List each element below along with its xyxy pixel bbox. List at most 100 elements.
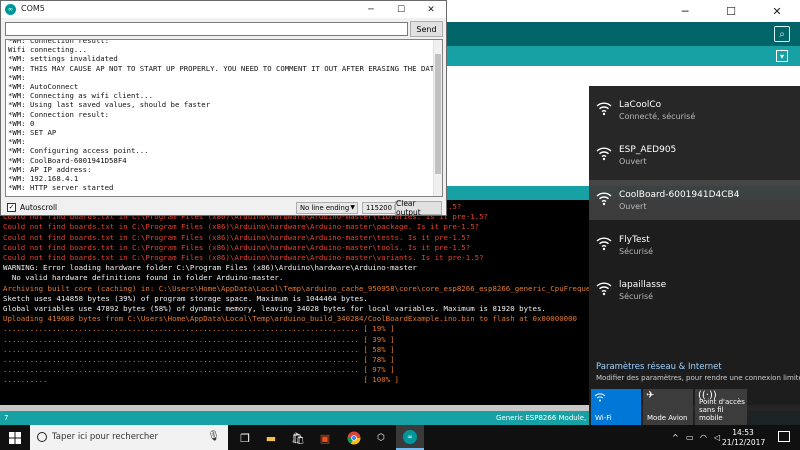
serial-send-input[interactable] [5, 22, 408, 36]
network-status: Connecté, sécurisé [619, 112, 696, 121]
airplane-icon: ✈ [646, 390, 655, 401]
maximize-icon[interactable]: ☐ [386, 1, 416, 18]
autoscroll-checkbox[interactable]: ✓ [7, 203, 16, 212]
hotspot-label-line2: sans fil mobile [699, 406, 724, 422]
close-icon[interactable]: ✕ [416, 1, 446, 18]
send-button[interactable]: Send [410, 21, 443, 37]
maximize-icon[interactable]: ☐ [708, 0, 754, 22]
serial-titlebar: ∞ COM5 ─ ☐ ✕ [1, 1, 446, 18]
autoscroll-label: Autoscroll [20, 203, 58, 212]
app-icon[interactable]: ⬡ [373, 430, 389, 446]
ide-window-controls: ─ ☐ ✕ [662, 0, 800, 22]
serial-window-controls: ─ ☐ ✕ [356, 1, 446, 18]
chrome-icon[interactable] [346, 430, 362, 446]
hotspot-label-line1: Point d'accès [699, 398, 745, 406]
network-name: FlyTest [619, 235, 650, 245]
arduino-logo-icon: ∞ [403, 429, 417, 444]
volume-icon[interactable]: ◁ [714, 433, 720, 442]
network-status: Sécurisé [619, 247, 654, 256]
clear-output-button[interactable]: Clear output [395, 199, 442, 217]
minimize-icon[interactable]: ─ [662, 0, 708, 22]
windows-logo-icon [9, 431, 21, 444]
battery-icon[interactable]: ▭ [686, 433, 694, 442]
serial-output-line: *WM: SET AP [8, 128, 57, 138]
serial-output-line: *WM: settings invalidated [8, 54, 118, 64]
serial-output-line: Wifi connecting... [8, 45, 88, 55]
wifi-signal-icon [596, 102, 612, 116]
serial-output-line: *WM: AP IP address: [8, 164, 92, 174]
wifi-network-item[interactable]: ESP_AED905 Ouvert [589, 135, 800, 175]
serial-output-line: *WM: 0 [8, 118, 35, 128]
clock-time[interactable]: 14:53 [722, 428, 764, 437]
network-status: Ouvert [619, 202, 647, 211]
network-flyout: LaCoolCo Connecté, sécurisé ESP_AED905 Ouve… [589, 86, 800, 425]
serial-output-line: *WM: [8, 137, 26, 147]
wifi-network-item[interactable]: CoolBoard-6001941D4CB4 Ouvert [589, 180, 800, 220]
serial-vertical-scrollbar[interactable] [433, 40, 442, 196]
serial-footer: ✓ Autoscroll No line ending ▼ 115200 bau… [1, 199, 446, 217]
airplane-mode-tile[interactable]: ✈ Mode Avion [643, 389, 693, 425]
wifi-signal-icon [596, 237, 612, 251]
store-icon[interactable]: 🛍 [290, 430, 306, 446]
serial-output-line: *WM: 192.168.4.1 [8, 174, 79, 184]
serial-output-line: *WM: Configuring access point... [8, 146, 149, 156]
serial-output-line: *WM: CoolBoard-6001941D58F4 [8, 155, 127, 165]
tab-menu-button[interactable]: ▾ [776, 50, 788, 62]
network-name: ESP_AED905 [619, 145, 677, 155]
serial-monitor-window: ∞ COM5 ─ ☐ ✕ Send *WM: Connection result… [0, 0, 447, 217]
line-ending-select[interactable]: No line ending ▼ [296, 202, 358, 214]
hotspot-tile-label: Point d'accès sans fil mobile [699, 398, 747, 422]
serial-output-line: *WM: THIS MAY CAUSE AP NOT TO START UP P… [8, 63, 436, 73]
serial-window-title: COM5 [21, 4, 45, 13]
task-view-icon[interactable]: ❐ [237, 430, 253, 446]
search-placeholder: Taper ici pour rechercher [52, 432, 159, 442]
serial-output-line: *WM: Connecting as wifi client... [8, 91, 153, 101]
network-name: LaCoolCo [619, 100, 662, 110]
serial-output-line: *WM: Connection result: [8, 109, 110, 119]
serial-output[interactable]: *WM: Connection result: Wifi connecting..… [5, 39, 443, 197]
taskbar: Taper ici pour rechercher 🎙 ❐ ▬ 🛍 ▣ ⬡ ∞ … [0, 425, 800, 450]
network-status: Sécurisé [619, 292, 654, 301]
wifi-network-item[interactable]: LaCoolCo Connecté, sécurisé [589, 90, 800, 130]
minimize-icon[interactable]: ─ [356, 1, 386, 18]
file-explorer-icon[interactable]: ▬ [263, 430, 279, 446]
chevron-up-icon[interactable]: ^ [672, 433, 679, 442]
airplane-tile-label: Mode Avion [647, 414, 688, 422]
network-status: Ouvert [619, 157, 647, 166]
network-settings-link[interactable]: Paramètres réseau & Internet [596, 362, 722, 372]
wifi-tile-label: Wi-Fi [595, 414, 612, 422]
wifi-signal-icon [596, 282, 612, 296]
arduino-taskbar-button[interactable]: ∞ [396, 425, 424, 450]
serial-output-line: *WM: AutoConnect [8, 82, 79, 92]
serial-monitor-button[interactable]: ⌕ [774, 26, 790, 42]
clock-date[interactable]: 21/12/2017 [722, 438, 765, 447]
scrollbar-thumb[interactable] [435, 54, 441, 174]
microphone-icon[interactable]: 🎙 [207, 431, 220, 442]
serial-output-line: *WM: HTTP server started [8, 183, 114, 193]
mobile-hotspot-tile[interactable]: ((·)) Point d'accès sans fil mobile [695, 389, 747, 425]
network-name: CoolBoard-6001941D4CB4 [619, 190, 740, 200]
office-icon[interactable]: ▣ [317, 430, 333, 446]
network-settings-description: Modifier des paramètres, pour rendre une… [596, 374, 800, 382]
serial-output-text: *WM: Connection result: Wifi connecting..… [8, 40, 436, 193]
network-name: lapaillasse [619, 280, 667, 290]
taskbar-search-box[interactable]: Taper ici pour rechercher 🎙 [30, 425, 228, 450]
wifi-signal-icon [596, 192, 612, 206]
arduino-logo-icon: ∞ [5, 4, 16, 15]
wifi-toggle-tile[interactable]: Wi-Fi [591, 389, 641, 425]
serial-output-line: *WM: Using last saved values, should be … [8, 100, 211, 110]
chevron-down-icon: ▾ [779, 51, 784, 61]
search-icon [37, 432, 47, 442]
line-number: 7 [4, 414, 9, 422]
wifi-signal-icon [596, 147, 612, 161]
action-center-icon[interactable] [778, 431, 790, 442]
wifi-icon[interactable]: ◠ [700, 433, 707, 442]
wifi-icon [594, 392, 638, 406]
start-button[interactable] [0, 425, 30, 450]
close-icon[interactable]: ✕ [754, 0, 800, 22]
magnifier-icon: ⌕ [779, 28, 785, 40]
chevron-down-icon: ▼ [350, 204, 355, 211]
wifi-network-item[interactable]: FlyTest Sécurisé [589, 225, 800, 265]
wifi-network-item[interactable]: lapaillasse Sécurisé [589, 270, 800, 310]
line-ending-value: No line ending [300, 204, 350, 212]
